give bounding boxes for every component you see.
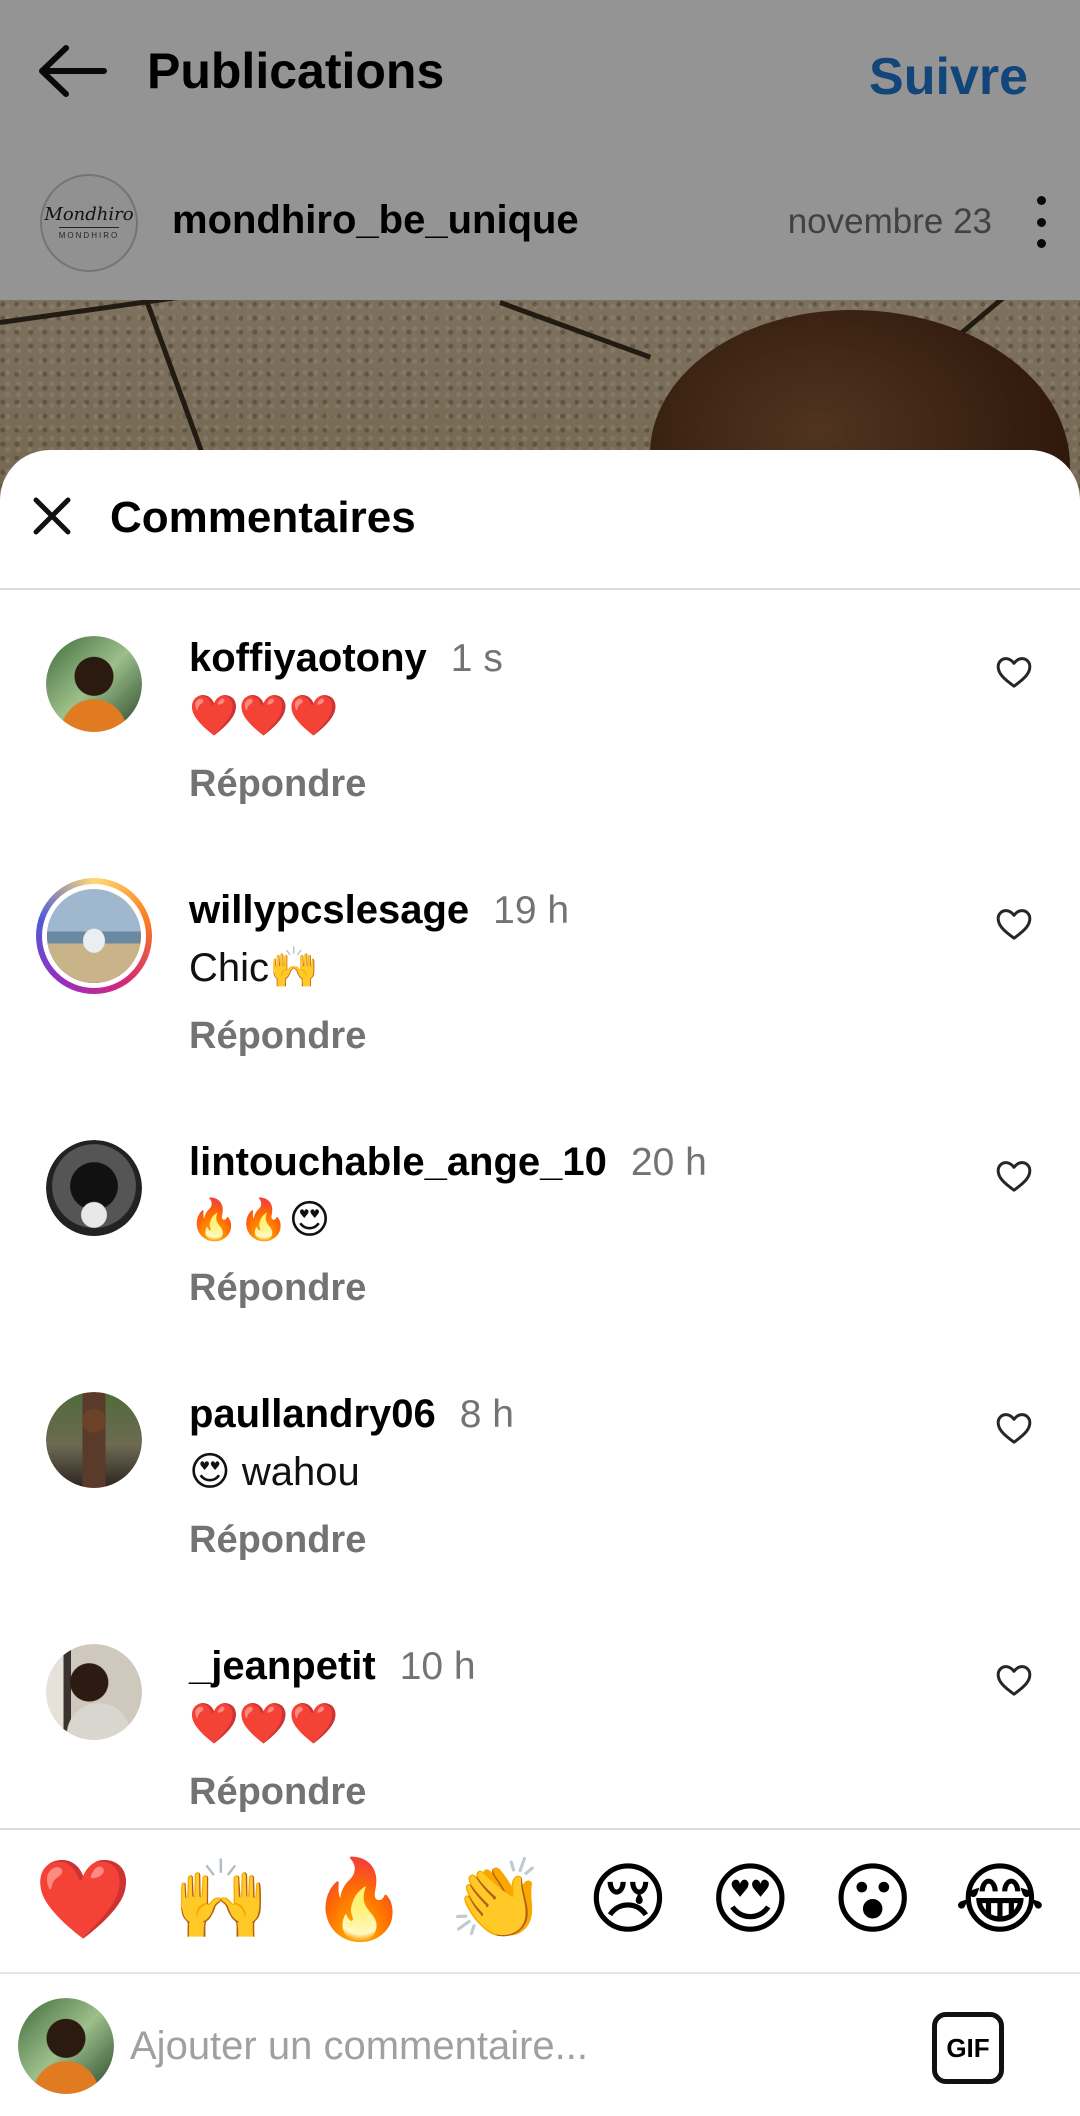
- post-background: Publications Suivre Mondhiro MONDHIRO mo…: [0, 0, 1080, 500]
- emoji-fire-button[interactable]: 🔥: [311, 1852, 408, 1948]
- comment-username[interactable]: koffiyaotony 1 s: [189, 630, 503, 687]
- comment-username-text[interactable]: lintouchable_ange_10: [189, 1140, 607, 1184]
- comment-text: ❤️❤️❤️: [189, 694, 339, 738]
- comment-text: 😍 wahou: [189, 1450, 360, 1494]
- comment-username[interactable]: lintouchable_ange_10 20 h: [189, 1134, 707, 1191]
- comment-input[interactable]: [130, 2004, 890, 2088]
- comment-composer: GIF: [0, 1972, 1080, 2116]
- heart-outline-icon[interactable]: [994, 1660, 1034, 1700]
- heart-outline-icon[interactable]: [994, 904, 1034, 944]
- comment-text: 🔥🔥😍: [189, 1198, 331, 1242]
- comment-username[interactable]: _jeanpetit 10 h: [189, 1638, 476, 1695]
- emoji-surprised-button[interactable]: 😮: [832, 1852, 913, 1948]
- current-user-avatar: [18, 1998, 114, 2094]
- reply-button[interactable]: Répondre: [189, 1764, 366, 1820]
- comment-username[interactable]: willypcslesage 19 h: [189, 882, 569, 939]
- comment-time: 20 h: [630, 1141, 707, 1184]
- comment-username-text[interactable]: _jeanpetit: [189, 1644, 376, 1688]
- comment-item: koffiyaotony 1 s ❤️❤️❤️ Répondre: [0, 636, 1080, 888]
- comment-text: ❤️❤️❤️: [189, 1702, 339, 1746]
- sheet-header: Commentaires: [0, 450, 1080, 590]
- close-icon[interactable]: [32, 496, 72, 536]
- emoji-laughing-button[interactable]: 😂: [954, 1852, 1045, 1948]
- avatar-with-story-ring[interactable]: [36, 878, 152, 994]
- reply-button[interactable]: Répondre: [189, 1512, 366, 1568]
- avatar[interactable]: [46, 636, 142, 732]
- dim-overlay[interactable]: [0, 0, 1080, 500]
- reply-button[interactable]: Répondre: [189, 1008, 366, 1064]
- avatar-photo: [47, 889, 141, 983]
- avatar-photo: [46, 1140, 142, 1236]
- comment-username-text[interactable]: willypcslesage: [189, 888, 469, 932]
- comment-time: 19 h: [493, 889, 570, 932]
- comment-username-text[interactable]: paullandry06: [189, 1392, 436, 1436]
- reply-button[interactable]: Répondre: [189, 756, 366, 812]
- quick-emoji-bar: ❤️ 🙌 🔥 👏 😢 😍 😮 😂: [0, 1828, 1080, 1970]
- comment-username[interactable]: paullandry06 8 h: [189, 1386, 514, 1443]
- avatar[interactable]: [46, 1140, 142, 1236]
- avatar-photo: [46, 1644, 142, 1740]
- reply-button[interactable]: Répondre: [189, 1260, 366, 1316]
- emoji-clap-button[interactable]: 👏: [449, 1852, 546, 1948]
- comment-time: 8 h: [459, 1393, 514, 1436]
- gif-button[interactable]: GIF: [932, 2012, 1004, 2084]
- avatar[interactable]: [46, 1644, 142, 1740]
- sheet-title: Commentaires: [110, 493, 416, 542]
- emoji-heart-button[interactable]: ❤️: [35, 1852, 132, 1948]
- avatar-photo: [18, 1998, 114, 2094]
- comment-item: lintouchable_ange_10 20 h 🔥🔥😍 Répondre: [0, 1140, 1080, 1392]
- avatar-photo: [46, 1392, 142, 1488]
- comment-time: 10 h: [399, 1645, 476, 1688]
- comment-item: paullandry06 8 h 😍 wahou Répondre: [0, 1392, 1080, 1644]
- avatar[interactable]: [46, 1392, 142, 1488]
- heart-outline-icon[interactable]: [994, 652, 1034, 692]
- heart-outline-icon[interactable]: [994, 1408, 1034, 1448]
- heart-outline-icon[interactable]: [994, 1156, 1034, 1196]
- avatar: [42, 884, 146, 988]
- comment-time: 1 s: [450, 637, 503, 680]
- comment-username-text[interactable]: koffiyaotony: [189, 636, 427, 680]
- avatar-photo: [46, 636, 142, 732]
- comment-item: willypcslesage 19 h Chic🙌 Répondre: [0, 878, 1080, 1140]
- emoji-heart-eyes-button[interactable]: 😍: [710, 1852, 791, 1948]
- emoji-raised-hands-button[interactable]: 🙌: [173, 1852, 270, 1948]
- emoji-sad-button[interactable]: 😢: [587, 1852, 668, 1948]
- comment-text: Chic🙌: [189, 946, 319, 990]
